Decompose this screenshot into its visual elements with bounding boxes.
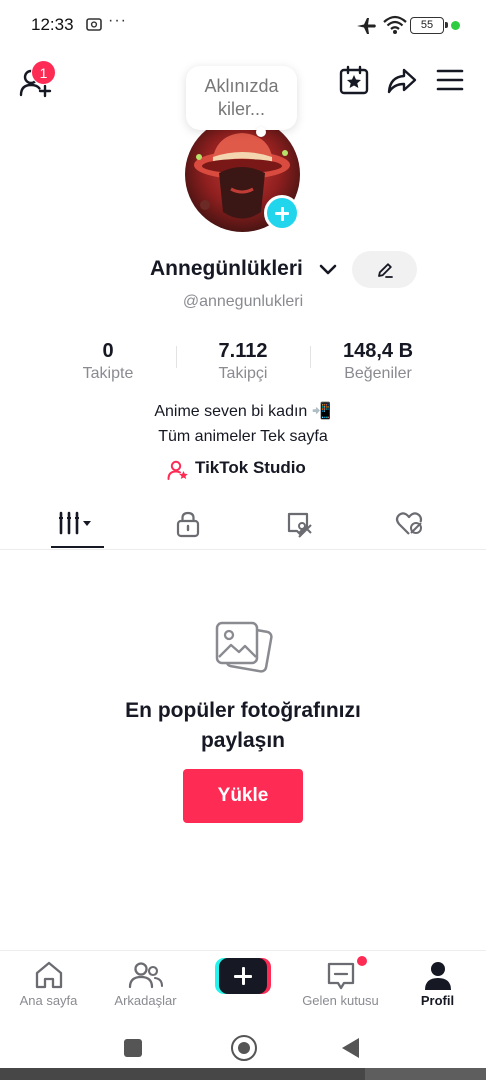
home-button-icon[interactable] <box>231 1035 257 1061</box>
nav-label: Profil <box>420 993 455 1008</box>
nav-label: Gelen kutusu <box>302 993 379 1008</box>
menu-icon <box>436 69 464 91</box>
recents-icon[interactable] <box>124 1039 142 1057</box>
calendar-star-icon <box>339 65 369 95</box>
stat-label: Takipçi <box>218 365 268 382</box>
empty-state-title: En popüler fotoğrafınızı paylaşın <box>0 696 486 756</box>
airplane-mode-icon <box>355 16 377 36</box>
add-avatar-button[interactable] <box>264 195 300 231</box>
nav-inbox[interactable]: Gelen kutusu <box>292 951 389 1017</box>
chevron-down-icon[interactable] <box>319 264 337 276</box>
inbox-notification-dot <box>357 956 367 966</box>
empty-title-line: En popüler fotoğrafınızı <box>125 699 361 722</box>
stat-following[interactable]: 0 Takipte <box>43 339 173 385</box>
battery-icon: 55 <box>410 17 448 34</box>
stat-divider <box>176 346 177 368</box>
stat-value: 0 <box>102 340 114 362</box>
studio-user-star-icon <box>167 460 188 480</box>
empty-title-line: paylaşın <box>200 729 286 752</box>
thought-bubble-tail <box>256 127 266 137</box>
nav-label: Arkadaşlar <box>114 993 177 1008</box>
profile-username[interactable]: Annegünlükleri <box>150 257 303 281</box>
pencil-icon <box>378 263 393 278</box>
active-tab-indicator <box>51 546 104 548</box>
upload-button[interactable]: Yükle <box>183 769 303 823</box>
profile-handle: @annegunlukleri <box>182 293 304 310</box>
tab-private[interactable] <box>127 500 248 548</box>
sim-card-icon <box>86 18 102 31</box>
more-status-icon: ··· <box>108 12 127 29</box>
nav-home[interactable]: Ana sayfa <box>0 951 97 1017</box>
share-button[interactable] <box>386 64 418 96</box>
bio-line: Tüm animeler Tek sayfa <box>158 428 328 445</box>
stat-likes[interactable]: 148,4 B Beğeniler <box>313 339 443 385</box>
tab-liked[interactable] <box>349 500 470 548</box>
photo-stack-icon <box>213 617 273 677</box>
nav-profile[interactable]: Profil <box>389 951 486 1017</box>
status-time: 12:33 <box>31 15 74 34</box>
menu-button[interactable] <box>436 67 464 93</box>
tab-videos[interactable] <box>16 500 137 548</box>
studio-label: TikTok Studio <box>195 458 306 477</box>
tagged-icon <box>287 512 312 538</box>
profile-icon <box>424 962 451 990</box>
calendar-button[interactable] <box>338 64 370 96</box>
share-icon <box>387 68 417 94</box>
stat-label: Beğeniler <box>344 365 412 382</box>
liked-icon <box>395 512 422 535</box>
videos-grid-icon <box>58 511 91 535</box>
plus-icon <box>219 958 267 994</box>
wifi-icon <box>383 15 407 35</box>
content-tabs <box>0 500 486 550</box>
notification-badge: 1 <box>31 60 56 85</box>
create-button[interactable] <box>215 958 271 994</box>
stat-value: 148,4 B <box>342 340 414 362</box>
stat-value: 7.112 <box>218 340 268 362</box>
stat-label: Takipte <box>82 365 134 382</box>
tab-tagged[interactable] <box>238 500 359 548</box>
gesture-strip-left <box>0 1068 365 1080</box>
stat-followers[interactable]: 7.112 Takipçi <box>178 339 308 385</box>
bio-line: Anime seven bi kadın 📲 <box>154 403 332 420</box>
profile-bio: Anime seven bi kadın 📲 Tüm animeler Tek … <box>0 399 486 449</box>
status-bar: 12:33 ··· 55 <box>0 0 486 52</box>
edit-profile-button[interactable] <box>352 251 417 288</box>
home-icon <box>35 961 62 989</box>
thought-bubble[interactable]: Aklınızda kiler... <box>186 66 297 130</box>
inbox-icon <box>327 962 354 990</box>
nav-friends[interactable]: Arkadaşlar <box>97 951 194 1017</box>
nav-label: Ana sayfa <box>19 993 78 1008</box>
back-icon[interactable] <box>342 1038 359 1058</box>
status-indicator-dot <box>451 21 460 30</box>
friends-icon <box>128 962 163 989</box>
stat-divider <box>310 346 311 368</box>
lock-icon <box>176 511 199 538</box>
